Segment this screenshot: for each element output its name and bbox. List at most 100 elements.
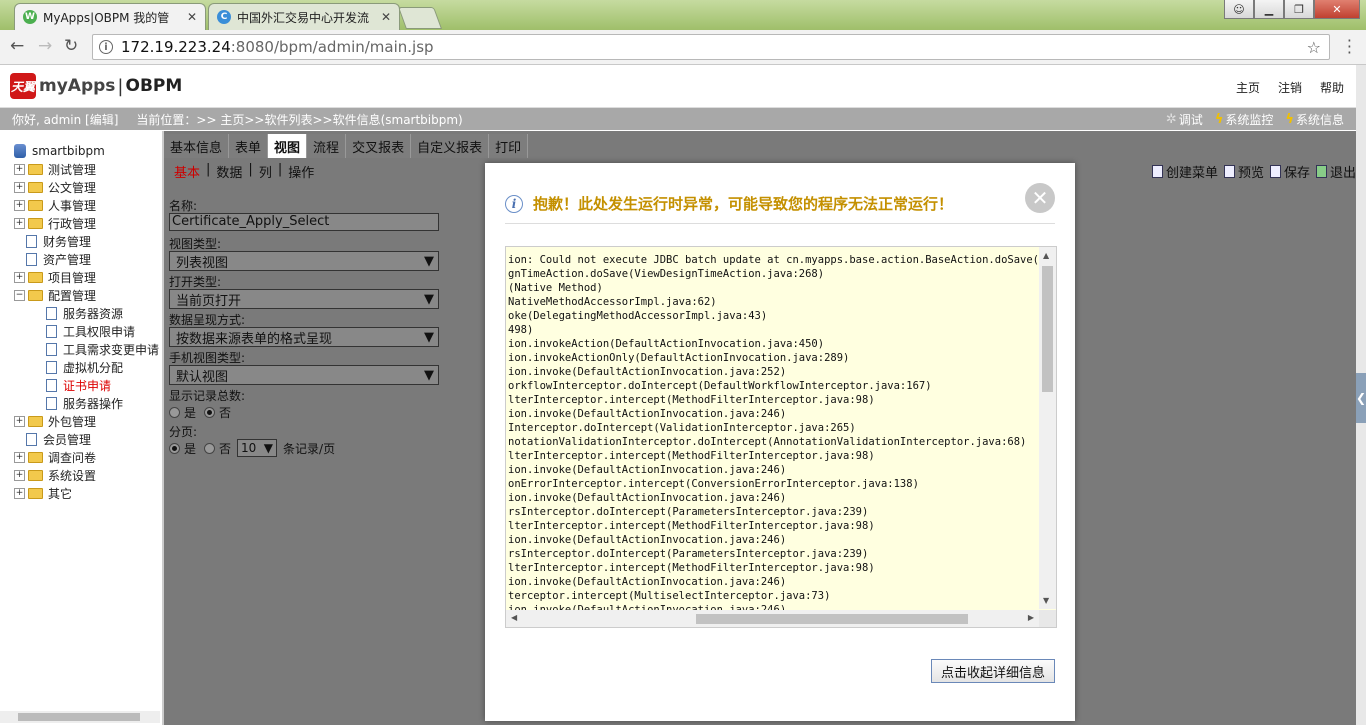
expand-icon[interactable]: + [14,199,25,211]
close-tab-icon[interactable]: ✕ [381,10,391,24]
expand-icon[interactable]: + [14,181,25,193]
collapse-icon[interactable]: − [14,289,25,301]
tab-form[interactable]: 表单 [229,134,269,158]
tree-item[interactable]: + 项目管理 [14,268,96,286]
preview-button[interactable]: 预览 [1223,162,1264,181]
collapse-details-button[interactable]: 点击收起详细信息 [931,659,1055,683]
show-total-no-radio[interactable] [204,406,216,418]
browser-menu-icon[interactable]: · · · [1347,33,1352,61]
name-input[interactable]: Certificate_Apply_Select [169,213,439,231]
tree-item[interactable]: 虚拟机分配 [46,358,123,376]
close-tab-icon[interactable]: ✕ [187,10,197,24]
logout-link[interactable]: 注销 [1278,79,1302,96]
user-icon[interactable]: ☺ [1224,0,1254,19]
tree-item[interactable]: − 配置管理 [14,286,96,304]
tree-item[interactable]: + 公文管理 [14,178,96,196]
tree-item[interactable]: 工具权限申请 [46,322,135,340]
greeting[interactable]: 你好, admin [编辑] [12,111,118,128]
subtab-columns[interactable]: 列 [259,162,272,181]
view-type-select[interactable]: 列表视图 ▼ [169,251,439,271]
tree-item[interactable]: + 调查问卷 [14,448,96,466]
show-total-label: 显示记录总数: [169,389,246,403]
tree-item[interactable]: 会员管理 [26,430,91,448]
tree-item[interactable]: 工具需求变更申请 [46,340,159,358]
tab-view[interactable]: 视图 [268,134,308,158]
tree-item-label: 会员管理 [43,432,92,447]
back-arrow-icon[interactable]: ← [10,36,24,56]
tree-horizontal-scrollbar[interactable] [0,711,160,723]
tree-item[interactable]: 服务器操作 [46,394,123,412]
error-detail-box[interactable]: ion: Could not execute JDBC batch update… [505,246,1057,628]
expand-icon[interactable]: + [14,271,25,283]
tree-item[interactable]: + 其它 [14,484,72,502]
mobile-view-select[interactable]: 默认视图 ▼ [169,365,439,385]
tree-root[interactable]: smartbibpm [14,142,105,160]
error-vscroll-thumb[interactable] [1042,266,1053,392]
tree-item[interactable]: + 外包管理 [14,412,96,430]
expand-icon[interactable]: + [14,469,25,481]
system-info-button[interactable]: ϟ 系统信息 [1285,111,1344,128]
dialog-close-icon[interactable]: ✕ [1025,183,1055,213]
display-mode-select[interactable]: 按数据来源表单的格式呈现 ▼ [169,327,439,347]
exit-icon [1315,165,1327,178]
scroll-up-arrow-icon[interactable]: ▲ [1043,251,1049,260]
tree-item[interactable]: 财务管理 [26,232,91,250]
reload-icon[interactable]: ↻ [64,36,78,56]
bookmark-star-icon[interactable]: ☆ [1307,38,1321,57]
stack-trace-line: ion.invoke(DefaultActionInvocation.java:… [508,366,787,378]
folder-icon [28,415,43,427]
tab-basic-info[interactable]: 基本信息 [164,134,230,158]
expand-icon[interactable]: + [14,487,25,499]
save-button[interactable]: 保存 [1269,162,1310,181]
page-size-select[interactable]: 10 ▼ [237,439,278,457]
home-link[interactable]: 主页 [1236,79,1260,96]
system-monitor-button[interactable]: ϟ 系统监控 [1215,111,1274,128]
debug-button[interactable]: ✲ 调试 [1166,111,1203,128]
expand-icon[interactable]: + [14,163,25,175]
tab-print[interactable]: 打印 [489,134,529,158]
paging-yes-radio[interactable] [169,442,180,454]
help-link[interactable]: 帮助 [1320,79,1344,96]
stack-trace-line: lterInterceptor.intercept(MethodFilterIn… [508,562,875,574]
tree-item[interactable]: + 测试管理 [14,160,96,178]
subtab-basic[interactable]: 基本 [174,162,200,181]
expand-icon[interactable]: + [14,451,25,463]
error-vertical-scrollbar[interactable]: ▲ ▼ [1039,247,1056,609]
tab-custom-report[interactable]: 自定义报表 [411,134,490,158]
expand-icon[interactable]: + [14,217,25,229]
tree-item[interactable]: 证书申请 [46,376,111,394]
forward-arrow-icon[interactable]: → [38,36,52,56]
tree-item[interactable]: + 系统设置 [14,466,96,484]
browser-tab-cfets[interactable]: C 中国外汇交易中心开发流 ✕ [208,3,400,30]
tree-item-label: 证书申请 [63,378,112,393]
tab-flow[interactable]: 流程 [307,134,347,158]
address-bar[interactable]: i 172.19.223.24 :8080/bpm/admin/main.jsp… [92,34,1330,60]
tree-item[interactable]: + 人事管理 [14,196,96,214]
error-horizontal-scrollbar[interactable]: ◀ ▶ [506,610,1039,627]
show-total-yes-radio[interactable] [169,406,180,418]
collapse-panel-icon[interactable]: ❮ [1356,373,1366,423]
scroll-right-arrow-icon[interactable]: ▶ [1028,613,1034,622]
scroll-left-arrow-icon[interactable]: ◀ [511,613,517,622]
minimize-icon[interactable]: ▁ [1254,0,1284,19]
tree-item[interactable]: 服务器资源 [46,304,123,322]
error-hscroll-thumb[interactable] [696,614,968,624]
tab-crosstab-report[interactable]: 交叉报表 [346,134,412,158]
create-menu-button[interactable]: 创建菜单 [1151,162,1218,181]
subtab-operations[interactable]: 操作 [288,162,314,181]
exit-button[interactable]: 退出 [1315,162,1356,181]
site-info-icon[interactable]: i [99,40,113,54]
save-label: 保存 [1283,166,1310,181]
subtab-data[interactable]: 数据 [216,162,242,181]
new-tab-button[interactable] [397,7,443,29]
open-type-select[interactable]: 当前页打开 ▼ [169,289,439,309]
expand-icon[interactable]: + [14,415,25,427]
scroll-down-arrow-icon[interactable]: ▼ [1043,596,1049,605]
window-close-icon[interactable]: ✕ [1314,0,1360,19]
maximize-icon[interactable]: ❐ [1284,0,1314,19]
paging-no-radio[interactable] [204,442,216,454]
tree-item[interactable]: + 行政管理 [14,214,96,232]
tree-item[interactable]: 资产管理 [26,250,91,268]
browser-tab-myapps[interactable]: W MyApps|OBPM 我的管 ✕ [14,3,206,30]
tree-scroll-thumb[interactable] [18,713,140,721]
